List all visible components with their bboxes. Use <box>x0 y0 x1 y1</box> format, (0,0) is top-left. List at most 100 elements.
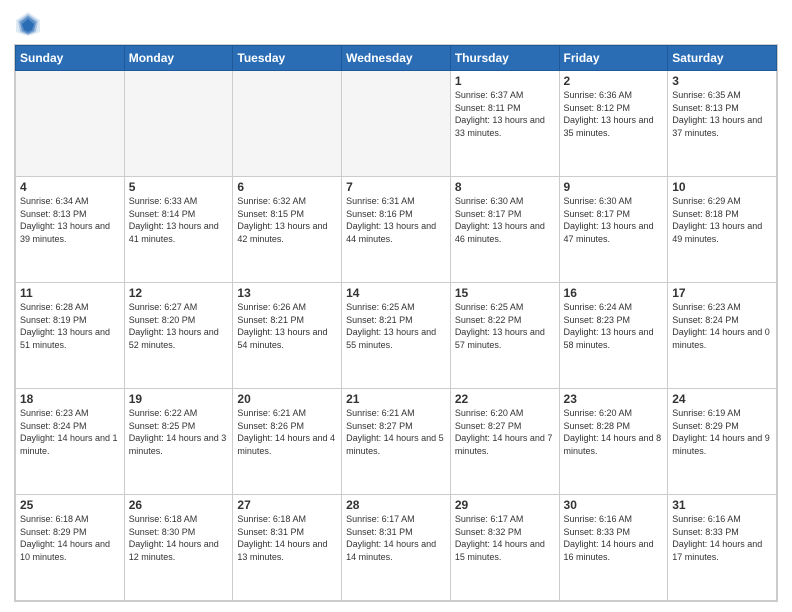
day-cell: 15Sunrise: 6:25 AM Sunset: 8:22 PM Dayli… <box>450 283 559 389</box>
day-cell: 14Sunrise: 6:25 AM Sunset: 8:21 PM Dayli… <box>342 283 451 389</box>
day-info: Sunrise: 6:17 AM Sunset: 8:31 PM Dayligh… <box>346 513 446 563</box>
day-cell <box>16 71 125 177</box>
day-cell: 7Sunrise: 6:31 AM Sunset: 8:16 PM Daylig… <box>342 177 451 283</box>
day-cell: 3Sunrise: 6:35 AM Sunset: 8:13 PM Daylig… <box>668 71 777 177</box>
day-info: Sunrise: 6:35 AM Sunset: 8:13 PM Dayligh… <box>672 89 772 139</box>
calendar-week-5: 25Sunrise: 6:18 AM Sunset: 8:29 PM Dayli… <box>16 495 777 601</box>
day-number: 23 <box>564 392 664 406</box>
day-cell: 17Sunrise: 6:23 AM Sunset: 8:24 PM Dayli… <box>668 283 777 389</box>
logo <box>14 10 46 38</box>
day-info: Sunrise: 6:20 AM Sunset: 8:28 PM Dayligh… <box>564 407 664 457</box>
day-cell: 11Sunrise: 6:28 AM Sunset: 8:19 PM Dayli… <box>16 283 125 389</box>
day-info: Sunrise: 6:31 AM Sunset: 8:16 PM Dayligh… <box>346 195 446 245</box>
day-cell: 24Sunrise: 6:19 AM Sunset: 8:29 PM Dayli… <box>668 389 777 495</box>
day-info: Sunrise: 6:30 AM Sunset: 8:17 PM Dayligh… <box>564 195 664 245</box>
day-number: 31 <box>672 498 772 512</box>
day-info: Sunrise: 6:17 AM Sunset: 8:32 PM Dayligh… <box>455 513 555 563</box>
day-cell: 20Sunrise: 6:21 AM Sunset: 8:26 PM Dayli… <box>233 389 342 495</box>
day-number: 25 <box>20 498 120 512</box>
day-number: 22 <box>455 392 555 406</box>
day-info: Sunrise: 6:25 AM Sunset: 8:22 PM Dayligh… <box>455 301 555 351</box>
day-cell: 18Sunrise: 6:23 AM Sunset: 8:24 PM Dayli… <box>16 389 125 495</box>
day-cell <box>342 71 451 177</box>
day-cell: 23Sunrise: 6:20 AM Sunset: 8:28 PM Dayli… <box>559 389 668 495</box>
col-monday: Monday <box>124 46 233 71</box>
day-info: Sunrise: 6:20 AM Sunset: 8:27 PM Dayligh… <box>455 407 555 457</box>
col-thursday: Thursday <box>450 46 559 71</box>
day-cell: 29Sunrise: 6:17 AM Sunset: 8:32 PM Dayli… <box>450 495 559 601</box>
day-number: 27 <box>237 498 337 512</box>
day-info: Sunrise: 6:23 AM Sunset: 8:24 PM Dayligh… <box>672 301 772 351</box>
col-wednesday: Wednesday <box>342 46 451 71</box>
day-info: Sunrise: 6:23 AM Sunset: 8:24 PM Dayligh… <box>20 407 120 457</box>
day-number: 29 <box>455 498 555 512</box>
day-number: 5 <box>129 180 229 194</box>
day-cell: 27Sunrise: 6:18 AM Sunset: 8:31 PM Dayli… <box>233 495 342 601</box>
day-number: 30 <box>564 498 664 512</box>
calendar-week-3: 11Sunrise: 6:28 AM Sunset: 8:19 PM Dayli… <box>16 283 777 389</box>
day-number: 20 <box>237 392 337 406</box>
day-number: 4 <box>20 180 120 194</box>
col-sunday: Sunday <box>16 46 125 71</box>
day-info: Sunrise: 6:33 AM Sunset: 8:14 PM Dayligh… <box>129 195 229 245</box>
day-cell: 30Sunrise: 6:16 AM Sunset: 8:33 PM Dayli… <box>559 495 668 601</box>
day-number: 1 <box>455 74 555 88</box>
day-number: 19 <box>129 392 229 406</box>
day-cell: 1Sunrise: 6:37 AM Sunset: 8:11 PM Daylig… <box>450 71 559 177</box>
day-info: Sunrise: 6:30 AM Sunset: 8:17 PM Dayligh… <box>455 195 555 245</box>
day-number: 6 <box>237 180 337 194</box>
day-info: Sunrise: 6:21 AM Sunset: 8:26 PM Dayligh… <box>237 407 337 457</box>
day-info: Sunrise: 6:22 AM Sunset: 8:25 PM Dayligh… <box>129 407 229 457</box>
day-info: Sunrise: 6:36 AM Sunset: 8:12 PM Dayligh… <box>564 89 664 139</box>
day-cell: 10Sunrise: 6:29 AM Sunset: 8:18 PM Dayli… <box>668 177 777 283</box>
day-number: 15 <box>455 286 555 300</box>
day-cell: 8Sunrise: 6:30 AM Sunset: 8:17 PM Daylig… <box>450 177 559 283</box>
day-cell <box>233 71 342 177</box>
day-cell: 16Sunrise: 6:24 AM Sunset: 8:23 PM Dayli… <box>559 283 668 389</box>
day-number: 21 <box>346 392 446 406</box>
day-cell: 9Sunrise: 6:30 AM Sunset: 8:17 PM Daylig… <box>559 177 668 283</box>
day-number: 12 <box>129 286 229 300</box>
day-info: Sunrise: 6:27 AM Sunset: 8:20 PM Dayligh… <box>129 301 229 351</box>
day-cell: 2Sunrise: 6:36 AM Sunset: 8:12 PM Daylig… <box>559 71 668 177</box>
day-info: Sunrise: 6:24 AM Sunset: 8:23 PM Dayligh… <box>564 301 664 351</box>
day-info: Sunrise: 6:26 AM Sunset: 8:21 PM Dayligh… <box>237 301 337 351</box>
day-cell: 12Sunrise: 6:27 AM Sunset: 8:20 PM Dayli… <box>124 283 233 389</box>
day-info: Sunrise: 6:19 AM Sunset: 8:29 PM Dayligh… <box>672 407 772 457</box>
day-cell: 19Sunrise: 6:22 AM Sunset: 8:25 PM Dayli… <box>124 389 233 495</box>
day-info: Sunrise: 6:37 AM Sunset: 8:11 PM Dayligh… <box>455 89 555 139</box>
day-cell: 4Sunrise: 6:34 AM Sunset: 8:13 PM Daylig… <box>16 177 125 283</box>
day-info: Sunrise: 6:18 AM Sunset: 8:31 PM Dayligh… <box>237 513 337 563</box>
day-info: Sunrise: 6:18 AM Sunset: 8:30 PM Dayligh… <box>129 513 229 563</box>
day-info: Sunrise: 6:32 AM Sunset: 8:15 PM Dayligh… <box>237 195 337 245</box>
calendar-week-1: 1Sunrise: 6:37 AM Sunset: 8:11 PM Daylig… <box>16 71 777 177</box>
day-number: 17 <box>672 286 772 300</box>
day-cell: 26Sunrise: 6:18 AM Sunset: 8:30 PM Dayli… <box>124 495 233 601</box>
day-cell: 25Sunrise: 6:18 AM Sunset: 8:29 PM Dayli… <box>16 495 125 601</box>
day-number: 26 <box>129 498 229 512</box>
day-cell: 6Sunrise: 6:32 AM Sunset: 8:15 PM Daylig… <box>233 177 342 283</box>
day-info: Sunrise: 6:21 AM Sunset: 8:27 PM Dayligh… <box>346 407 446 457</box>
day-cell <box>124 71 233 177</box>
day-number: 8 <box>455 180 555 194</box>
day-info: Sunrise: 6:16 AM Sunset: 8:33 PM Dayligh… <box>672 513 772 563</box>
calendar-week-4: 18Sunrise: 6:23 AM Sunset: 8:24 PM Dayli… <box>16 389 777 495</box>
day-info: Sunrise: 6:18 AM Sunset: 8:29 PM Dayligh… <box>20 513 120 563</box>
day-number: 24 <box>672 392 772 406</box>
calendar-header-row: Sunday Monday Tuesday Wednesday Thursday… <box>16 46 777 71</box>
day-cell: 28Sunrise: 6:17 AM Sunset: 8:31 PM Dayli… <box>342 495 451 601</box>
day-number: 9 <box>564 180 664 194</box>
col-tuesday: Tuesday <box>233 46 342 71</box>
calendar-week-2: 4Sunrise: 6:34 AM Sunset: 8:13 PM Daylig… <box>16 177 777 283</box>
day-number: 28 <box>346 498 446 512</box>
day-number: 11 <box>20 286 120 300</box>
day-number: 16 <box>564 286 664 300</box>
day-number: 18 <box>20 392 120 406</box>
col-friday: Friday <box>559 46 668 71</box>
day-info: Sunrise: 6:29 AM Sunset: 8:18 PM Dayligh… <box>672 195 772 245</box>
page: Sunday Monday Tuesday Wednesday Thursday… <box>0 0 792 612</box>
day-cell: 5Sunrise: 6:33 AM Sunset: 8:14 PM Daylig… <box>124 177 233 283</box>
day-number: 13 <box>237 286 337 300</box>
day-cell: 13Sunrise: 6:26 AM Sunset: 8:21 PM Dayli… <box>233 283 342 389</box>
day-number: 2 <box>564 74 664 88</box>
